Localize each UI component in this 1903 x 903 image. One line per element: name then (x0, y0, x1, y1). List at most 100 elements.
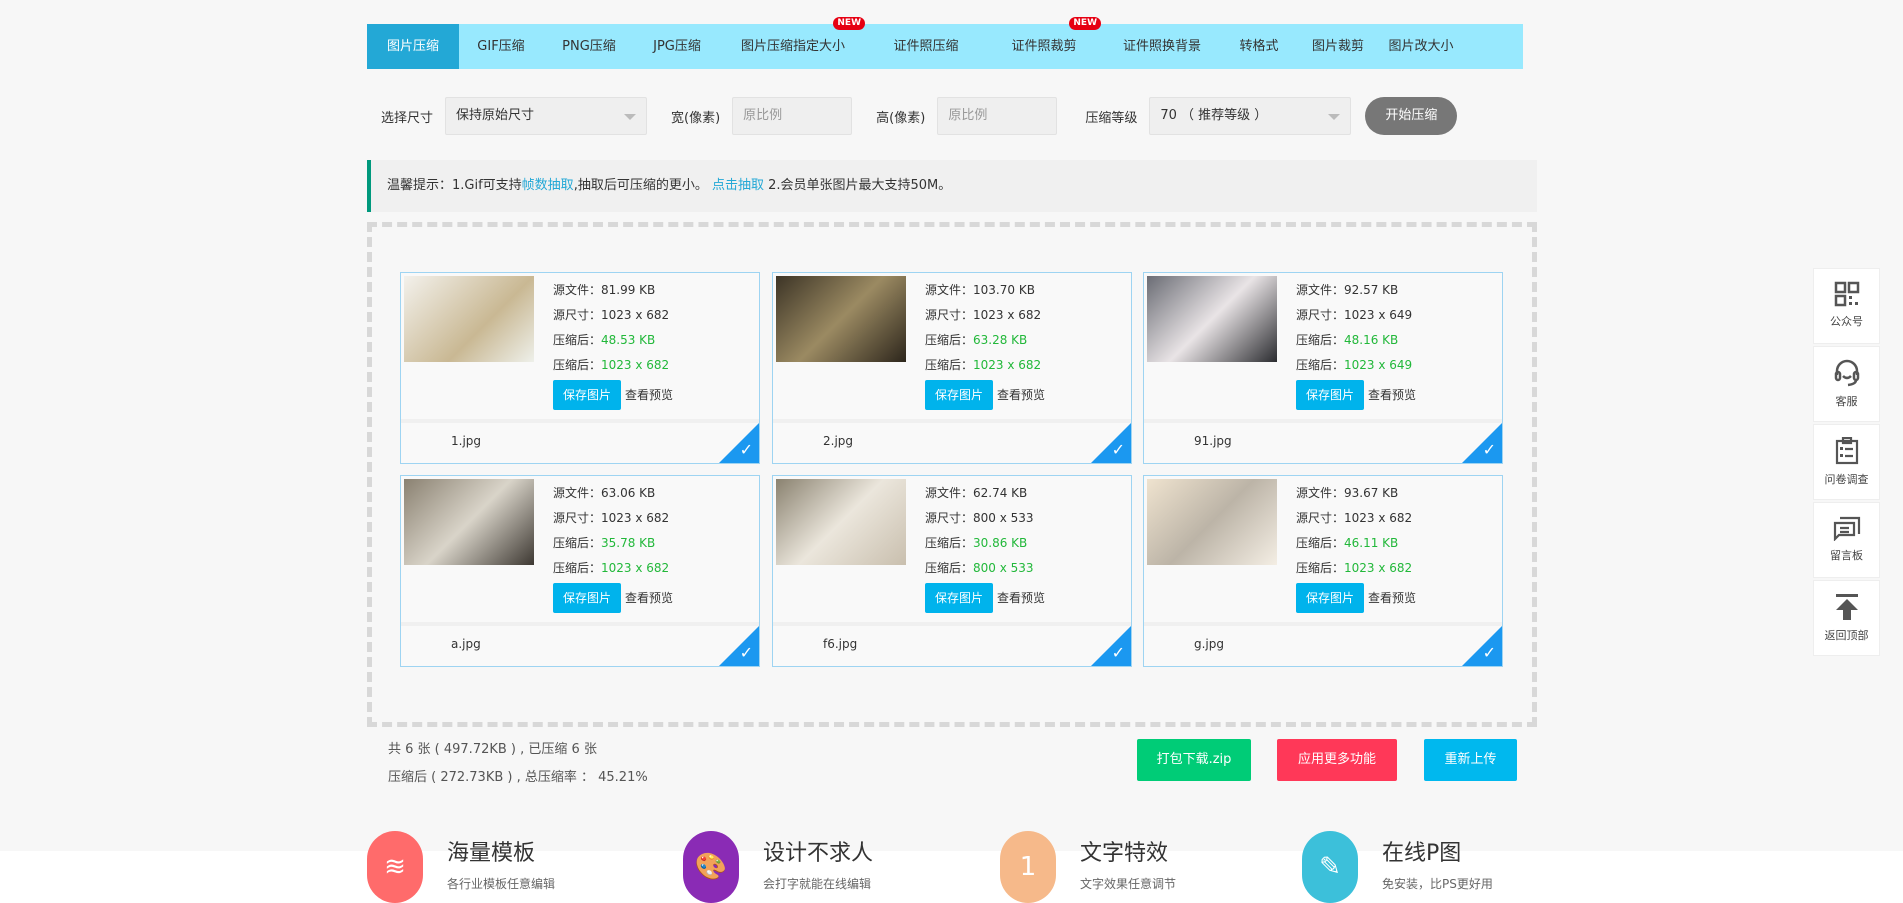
feature-subtitle: 各行业模板任意编辑 (447, 877, 556, 891)
image-thumbnail[interactable] (776, 276, 906, 362)
file-card: 源文件：63.06 KB 源尺寸：1023 x 682 压缩后：35.78 KB… (400, 475, 760, 667)
side-item-label: 公众号 (1830, 315, 1863, 328)
save-image-button[interactable]: 保存图片 (553, 583, 622, 613)
preview-link[interactable]: 查看预览 (1368, 591, 1416, 605)
more-features-button[interactable]: 应用更多功能 (1277, 739, 1397, 781)
tab-9[interactable]: 图片裁剪 (1297, 24, 1379, 69)
tab-label: 图片裁剪 (1311, 39, 1364, 54)
level-label: 压缩等级 (1085, 110, 1138, 126)
height-input[interactable]: 原比例 (937, 97, 1058, 135)
label: 源文件： (925, 486, 974, 500)
chevron-down-icon (1328, 114, 1341, 120)
source-file-size: 81.99 KB (601, 283, 656, 297)
source-dimensions: 1023 x 682 (1344, 511, 1413, 525)
check-icon: ✓ (739, 643, 753, 662)
label: 源文件： (553, 283, 602, 297)
size-select[interactable]: 保持原始尺寸 (445, 97, 648, 135)
feature-title: 在线P图 (1382, 841, 1462, 866)
compressed-dimensions: 1023 x 649 (1344, 358, 1413, 372)
image-thumbnail[interactable] (404, 276, 534, 362)
preview-link[interactable]: 查看预览 (1368, 388, 1416, 402)
back-to-top-icon (1814, 593, 1879, 621)
feature-subtitle: 文字效果任意调节 (1080, 877, 1177, 891)
image-thumbnail[interactable] (776, 479, 906, 565)
headset-icon (1814, 359, 1879, 387)
feature-item[interactable]: 1 文字特效 文字效果任意调节 (1000, 831, 1260, 903)
footer (0, 851, 1903, 903)
tab-7[interactable]: 证件照换背景 (1103, 24, 1221, 69)
file-card: 源文件：81.99 KB 源尺寸：1023 x 682 压缩后：48.53 KB… (400, 272, 760, 464)
save-image-button[interactable]: 保存图片 (553, 380, 622, 410)
tab-1[interactable]: GIF压缩 (459, 24, 543, 69)
size-value: 保持原始尺寸 (456, 108, 535, 123)
feature-item[interactable]: ≋ 海量模板 各行业模板任意编辑 (367, 831, 627, 903)
file-name-bar: g.jpg (1144, 622, 1502, 666)
source-file-size: 103.70 KB (973, 283, 1035, 297)
save-image-button[interactable]: 保存图片 (925, 380, 994, 410)
message-icon (1814, 515, 1879, 541)
side-item-0[interactable]: 公众号 (1813, 268, 1880, 344)
width-label: 宽(像素) (671, 110, 721, 126)
file-name-bar: 1.jpg (401, 419, 759, 463)
summary-total: 共 6 张 ( 497.72KB ) , 已压缩 6 张 (388, 742, 597, 757)
download-zip-button[interactable]: 打包下载.zip (1137, 739, 1251, 781)
save-image-button[interactable]: 保存图片 (925, 583, 994, 613)
label: 源文件： (1296, 486, 1345, 500)
compressed-file-size: 63.28 KB (973, 333, 1028, 347)
tip-text: 2.会员单张图片最大支持50M。 (763, 178, 952, 193)
tab-label: JPG压缩 (653, 39, 701, 54)
tab-10[interactable]: 图片改大小 (1379, 24, 1463, 69)
source-dimensions: 1023 x 682 (601, 308, 670, 322)
preview-link[interactable]: 查看预览 (625, 591, 673, 605)
side-item-1[interactable]: 客服 (1813, 346, 1880, 422)
summary-compressed: 压缩后 ( 272.73KB ) , 总压缩率 ： 45.21% (388, 770, 648, 785)
tab-3[interactable]: JPG压缩 (635, 24, 719, 69)
preview-link[interactable]: 查看预览 (997, 591, 1045, 605)
label: 压缩后： (925, 561, 974, 575)
source-dimensions: 1023 x 649 (1344, 308, 1413, 322)
save-image-button[interactable]: 保存图片 (1296, 380, 1365, 410)
width-input[interactable]: 原比例 (732, 97, 853, 135)
source-file-size: 92.57 KB (1344, 283, 1399, 297)
preview-link[interactable]: 查看预览 (625, 388, 673, 402)
feature-item[interactable]: ✎ 在线P图 免安装，比PS更好用 (1302, 831, 1562, 903)
tab-2[interactable]: PNG压缩 (543, 24, 635, 69)
summary: 共 6 张 ( 497.72KB ) , 已压缩 6 张 压缩后 ( 272.7… (388, 736, 648, 792)
check-icon: ✓ (1111, 643, 1125, 662)
side-item-4[interactable]: 返回顶部 (1813, 580, 1880, 656)
tool-tabs: 图片压缩 GIF压缩 PNG压缩 JPG压缩 图片压缩指定大小 NEW 证件照压缩 证件照裁剪… (367, 17, 1523, 69)
image-thumbnail[interactable] (1147, 479, 1277, 565)
tab-4[interactable]: 图片压缩指定大小 NEW (719, 17, 867, 69)
layers-icon: ≋ (367, 831, 423, 903)
label: 源尺寸： (1296, 308, 1345, 322)
palette-icon: 🎨 (683, 831, 739, 903)
label: 压缩后： (1296, 358, 1345, 372)
label: 压缩后： (553, 358, 602, 372)
level-select[interactable]: 70 （ 推荐等级 ） (1149, 97, 1352, 135)
file-name: g.jpg (1194, 637, 1224, 651)
image-thumbnail[interactable] (404, 479, 534, 565)
tab-0[interactable]: 图片压缩 (367, 24, 459, 69)
file-name: 91.jpg (1194, 434, 1232, 448)
click-extract-link[interactable]: 点击抽取 (712, 178, 764, 193)
reupload-button[interactable]: 重新上传 (1424, 739, 1517, 781)
side-item-3[interactable]: 留言板 (1813, 502, 1880, 578)
compressed-dimensions: 1023 x 682 (601, 561, 670, 575)
label: 压缩后： (553, 333, 602, 347)
tab-label: 图片改大小 (1388, 39, 1454, 54)
save-image-button[interactable]: 保存图片 (1296, 583, 1365, 613)
label: 压缩后： (553, 536, 602, 550)
image-thumbnail[interactable] (1147, 276, 1277, 362)
height-label: 高(像素) (876, 110, 926, 126)
tab-5[interactable]: 证件照压缩 (867, 24, 985, 69)
tab-8[interactable]: 转格式 (1221, 24, 1297, 69)
file-card: 源文件：92.57 KB 源尺寸：1023 x 649 压缩后：48.16 KB… (1143, 272, 1503, 464)
feature-item[interactable]: 🎨 设计不求人 会打字就能在线编辑 (683, 831, 943, 903)
tab-6[interactable]: 证件照裁剪 NEW (985, 17, 1103, 69)
label: 源尺寸： (1296, 511, 1345, 525)
side-item-2[interactable]: 问卷调查 (1813, 424, 1880, 500)
start-compress-button[interactable]: 开始压缩 (1365, 97, 1458, 135)
frame-extract-link[interactable]: 帧数抽取 (522, 178, 574, 193)
preview-link[interactable]: 查看预览 (997, 388, 1045, 402)
tab-label: 证件照换背景 (1122, 39, 1201, 54)
